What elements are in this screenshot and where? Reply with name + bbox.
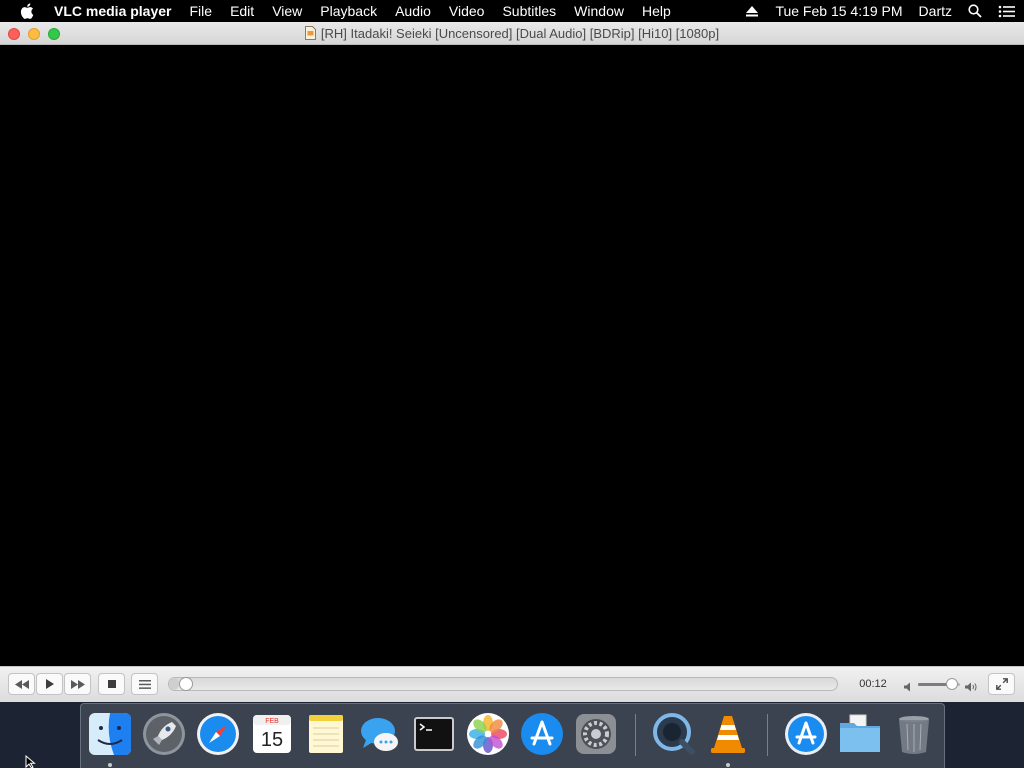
playlist-button[interactable] (131, 673, 158, 695)
fullscreen-button[interactable] (988, 673, 1015, 695)
video-output[interactable] (0, 45, 1024, 666)
menu-user[interactable]: Dartz (911, 0, 960, 22)
stop-button[interactable] (98, 673, 125, 695)
dock-system-preferences[interactable] (573, 710, 619, 758)
seek-slider-knob[interactable] (179, 677, 194, 691)
fullscreen-icon (995, 678, 1008, 690)
menu-help[interactable]: Help (633, 0, 680, 22)
menu-window[interactable]: Window (565, 0, 633, 22)
dock-running-indicator (108, 763, 112, 767)
menu-file[interactable]: File (181, 0, 222, 22)
menu-edit[interactable]: Edit (221, 0, 263, 22)
notes-icon (309, 715, 343, 753)
finder-icon (89, 713, 131, 755)
menu-bar: VLC media player File Edit View Playback… (0, 0, 1024, 22)
app-store-icon (521, 713, 563, 755)
menu-subtitles[interactable]: Subtitles (493, 0, 565, 22)
rewind-icon (14, 679, 29, 689)
dock-terminal[interactable] (411, 710, 457, 758)
traffic-lights (8, 28, 60, 40)
elapsed-time[interactable]: 00:12 (852, 678, 894, 690)
window-title: [RH] Itadaki! Seieki [Uncensored] [Dual … (320, 25, 720, 41)
dock-photos[interactable] (465, 710, 511, 758)
quicktime-icon (653, 713, 695, 755)
volume-max-icon[interactable] (965, 679, 978, 697)
dock-app-store-downloads[interactable] (783, 710, 829, 758)
seek-progress-fill (169, 678, 180, 690)
folder-icon (840, 714, 880, 752)
menu-video[interactable]: Video (440, 0, 494, 22)
trash-icon (899, 716, 929, 754)
window-close-button[interactable] (8, 28, 20, 40)
dock-separator (635, 714, 636, 756)
seek-slider[interactable] (168, 677, 838, 691)
dock-launchpad[interactable] (141, 710, 187, 758)
dock-separator (767, 714, 768, 756)
calendar-month: FEB (265, 718, 279, 725)
dock-quicktime[interactable] (651, 710, 697, 758)
dock: FEB 15 (80, 703, 945, 768)
launchpad-rocket-icon (143, 713, 185, 755)
play-button[interactable] (36, 673, 63, 695)
window-zoom-button[interactable] (48, 28, 60, 40)
volume-slider-knob[interactable] (945, 678, 958, 690)
dock-calendar[interactable]: FEB 15 (249, 710, 295, 758)
fast-forward-button[interactable] (64, 673, 91, 695)
calendar-icon: FEB 15 (253, 715, 291, 753)
volume-slider[interactable] (918, 678, 960, 690)
safari-compass-icon (197, 713, 239, 755)
menu-clock[interactable]: Tue Feb 15 4:19 PM (767, 0, 910, 22)
menu-app-name[interactable]: VLC media player (54, 0, 181, 22)
calendar-day: 15 (261, 729, 283, 751)
window-minimize-button[interactable] (28, 28, 40, 40)
dock-notes[interactable] (303, 710, 349, 758)
dock-trash[interactable] (891, 710, 937, 758)
menu-audio[interactable]: Audio (386, 0, 440, 22)
app-store-downloads-icon (785, 713, 827, 755)
fast-forward-icon (70, 679, 85, 689)
apple-menu-icon[interactable] (0, 3, 54, 19)
dock-running-indicator (726, 763, 730, 767)
dock-messages[interactable] (357, 710, 403, 758)
dock-safari[interactable] (195, 710, 241, 758)
mouse-cursor-icon (25, 755, 36, 768)
document-icon (304, 26, 316, 40)
notification-center-icon[interactable] (990, 0, 1024, 22)
vlc-cone-icon (711, 716, 745, 753)
messages-bubble-icon (361, 718, 398, 751)
menu-view[interactable]: View (263, 0, 311, 22)
spotlight-search-icon[interactable] (960, 0, 990, 22)
dock-finder[interactable] (87, 710, 133, 758)
volume-mute-icon[interactable] (904, 679, 914, 697)
photos-flower-icon (467, 713, 509, 755)
stop-icon (107, 680, 116, 688)
dock-app-store[interactable] (519, 710, 565, 758)
dock-vlc[interactable] (705, 710, 751, 758)
playback-controller: 00:12 (0, 666, 1024, 702)
playlist-icon (138, 679, 151, 689)
terminal-icon (414, 717, 454, 751)
vlc-window: [RH] Itadaki! Seieki [Uncensored] [Dual … (0, 22, 1024, 702)
eject-icon[interactable] (737, 0, 767, 22)
gear-icon (576, 714, 616, 754)
dock-documents-folder[interactable] (837, 710, 883, 758)
play-icon (45, 679, 54, 689)
rewind-button[interactable] (8, 673, 35, 695)
window-titlebar[interactable]: [RH] Itadaki! Seieki [Uncensored] [Dual … (0, 22, 1024, 45)
menu-playback[interactable]: Playback (311, 0, 386, 22)
status-area: Tue Feb 15 4:19 PM Dartz (737, 0, 1024, 22)
